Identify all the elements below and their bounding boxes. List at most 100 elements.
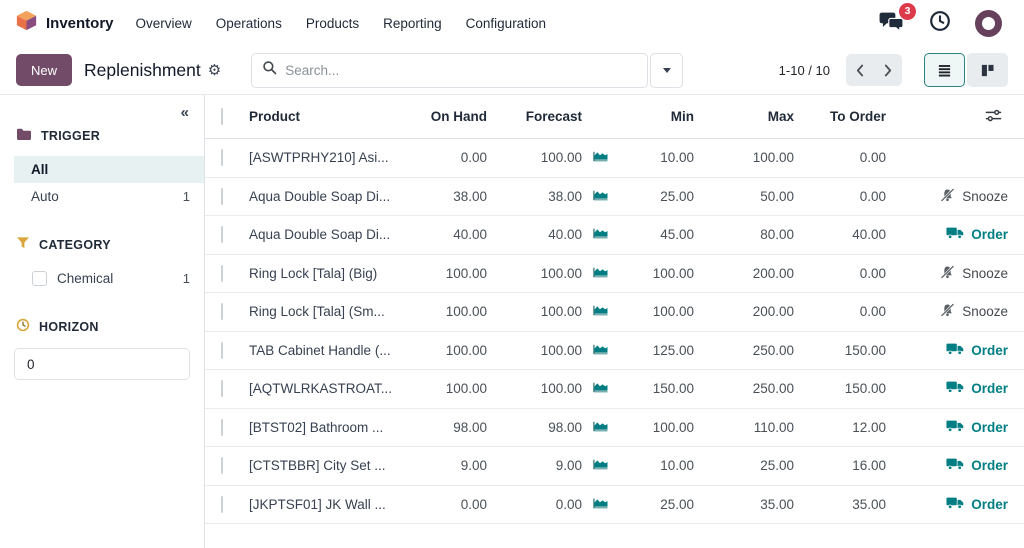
table-row[interactable]: [CTSTBBR] City Set ... 9.00 9.00 10.00 2… bbox=[205, 447, 1024, 486]
max-cell[interactable]: 25.00 bbox=[698, 458, 798, 473]
forecast-cell[interactable]: 100.00 bbox=[491, 266, 586, 281]
new-button[interactable]: New bbox=[16, 54, 72, 86]
forecast-cell[interactable]: 100.00 bbox=[491, 343, 586, 358]
col-min[interactable]: Min bbox=[612, 109, 698, 124]
to-order-cell[interactable]: 35.00 bbox=[798, 497, 890, 512]
filter-trigger-all[interactable]: All bbox=[14, 156, 204, 183]
order-button[interactable]: Order bbox=[946, 457, 1008, 474]
on-hand-cell[interactable]: 100.00 bbox=[423, 343, 491, 358]
col-on-hand[interactable]: On Hand bbox=[423, 109, 491, 124]
product-cell[interactable]: [ASWTPRHY210] Asi... bbox=[245, 150, 423, 165]
select-all-checkbox[interactable] bbox=[221, 108, 223, 125]
gear-icon[interactable]: ⚙ bbox=[208, 61, 221, 79]
filter-category-chemical[interactable]: Chemical 1 bbox=[14, 265, 204, 292]
forecast-chart-icon[interactable] bbox=[592, 226, 609, 243]
kanban-view-button[interactable] bbox=[967, 53, 1008, 87]
table-row[interactable]: [ASWTPRHY210] Asi... 0.00 100.00 10.00 1… bbox=[205, 139, 1024, 178]
on-hand-cell[interactable]: 100.00 bbox=[423, 304, 491, 319]
row-checkbox[interactable] bbox=[221, 303, 223, 320]
order-button[interactable]: Order bbox=[946, 226, 1008, 243]
user-avatar[interactable] bbox=[975, 10, 1002, 37]
to-order-cell[interactable]: 16.00 bbox=[798, 458, 890, 473]
min-cell[interactable]: 25.00 bbox=[612, 497, 698, 512]
snooze-button[interactable]: Snooze bbox=[940, 265, 1008, 282]
min-cell[interactable]: 100.00 bbox=[612, 304, 698, 319]
snooze-button[interactable]: Snooze bbox=[940, 188, 1008, 205]
max-cell[interactable]: 50.00 bbox=[698, 189, 798, 204]
messages-button[interactable]: 3 bbox=[879, 10, 905, 37]
on-hand-cell[interactable]: 9.00 bbox=[423, 458, 491, 473]
horizon-days-input[interactable] bbox=[15, 349, 190, 379]
on-hand-cell[interactable]: 40.00 bbox=[423, 227, 491, 242]
min-cell[interactable]: 100.00 bbox=[612, 420, 698, 435]
row-checkbox[interactable] bbox=[221, 226, 223, 243]
to-order-cell[interactable]: 0.00 bbox=[798, 266, 890, 281]
product-cell[interactable]: [AQTWLRKASTROAT... bbox=[245, 381, 423, 396]
forecast-chart-icon[interactable] bbox=[592, 496, 609, 513]
forecast-cell[interactable]: 100.00 bbox=[491, 150, 586, 165]
col-max[interactable]: Max bbox=[698, 109, 798, 124]
table-row[interactable]: TAB Cabinet Handle (... 100.00 100.00 12… bbox=[205, 332, 1024, 371]
table-row[interactable]: [JKPTSF01] JK Wall ... 0.00 0.00 25.00 3… bbox=[205, 486, 1024, 525]
forecast-chart-icon[interactable] bbox=[592, 342, 609, 359]
order-button[interactable]: Order bbox=[946, 342, 1008, 359]
col-forecast[interactable]: Forecast bbox=[491, 109, 586, 124]
col-product[interactable]: Product bbox=[245, 109, 423, 124]
product-cell[interactable]: [JKPTSF01] JK Wall ... bbox=[245, 497, 423, 512]
pager-next-button[interactable] bbox=[874, 54, 902, 86]
sidebar-collapse-button[interactable]: « bbox=[181, 104, 189, 121]
forecast-chart-icon[interactable] bbox=[592, 265, 609, 282]
activities-button[interactable] bbox=[929, 10, 951, 37]
forecast-cell[interactable]: 0.00 bbox=[491, 497, 586, 512]
order-button[interactable]: Order bbox=[946, 496, 1008, 513]
row-checkbox[interactable] bbox=[221, 380, 223, 397]
forecast-cell[interactable]: 40.00 bbox=[491, 227, 586, 242]
forecast-chart-icon[interactable] bbox=[592, 303, 609, 320]
max-cell[interactable]: 100.00 bbox=[698, 150, 798, 165]
product-cell[interactable]: Ring Lock [Tala] (Sm... bbox=[245, 304, 423, 319]
menu-products[interactable]: Products bbox=[306, 16, 359, 31]
max-cell[interactable]: 250.00 bbox=[698, 343, 798, 358]
min-cell[interactable]: 10.00 bbox=[612, 458, 698, 473]
on-hand-cell[interactable]: 0.00 bbox=[423, 497, 491, 512]
to-order-cell[interactable]: 150.00 bbox=[798, 343, 890, 358]
min-cell[interactable]: 45.00 bbox=[612, 227, 698, 242]
snooze-button[interactable]: Snooze bbox=[940, 303, 1008, 320]
pager-previous-button[interactable] bbox=[846, 54, 874, 86]
min-cell[interactable]: 10.00 bbox=[612, 150, 698, 165]
forecast-cell[interactable]: 100.00 bbox=[491, 381, 586, 396]
to-order-cell[interactable]: 0.00 bbox=[798, 304, 890, 319]
on-hand-cell[interactable]: 100.00 bbox=[423, 266, 491, 281]
list-view-button[interactable] bbox=[924, 53, 965, 87]
on-hand-cell[interactable]: 98.00 bbox=[423, 420, 491, 435]
menu-reporting[interactable]: Reporting bbox=[383, 16, 442, 31]
forecast-cell[interactable]: 38.00 bbox=[491, 189, 586, 204]
max-cell[interactable]: 110.00 bbox=[698, 420, 798, 435]
menu-configuration[interactable]: Configuration bbox=[466, 16, 546, 31]
to-order-cell[interactable]: 0.00 bbox=[798, 189, 890, 204]
forecast-chart-icon[interactable] bbox=[592, 380, 609, 397]
product-cell[interactable]: Ring Lock [Tala] (Big) bbox=[245, 266, 423, 281]
search-options-toggle[interactable] bbox=[650, 53, 683, 88]
forecast-cell[interactable]: 98.00 bbox=[491, 420, 586, 435]
product-cell[interactable]: Aqua Double Soap Di... bbox=[245, 227, 423, 242]
forecast-cell[interactable]: 9.00 bbox=[491, 458, 586, 473]
max-cell[interactable]: 250.00 bbox=[698, 381, 798, 396]
table-row[interactable]: Aqua Double Soap Di... 40.00 40.00 45.00… bbox=[205, 216, 1024, 255]
forecast-chart-icon[interactable] bbox=[592, 188, 609, 205]
order-button[interactable]: Order bbox=[946, 419, 1008, 436]
menu-overview[interactable]: Overview bbox=[136, 16, 192, 31]
order-button[interactable]: Order bbox=[946, 380, 1008, 397]
min-cell[interactable]: 150.00 bbox=[612, 381, 698, 396]
min-cell[interactable]: 25.00 bbox=[612, 189, 698, 204]
table-row[interactable]: [AQTWLRKASTROAT... 100.00 100.00 150.00 … bbox=[205, 370, 1024, 409]
row-checkbox[interactable] bbox=[221, 342, 223, 359]
table-row[interactable]: Aqua Double Soap Di... 38.00 38.00 25.00… bbox=[205, 178, 1024, 217]
filter-trigger-auto[interactable]: Auto 1 bbox=[14, 183, 204, 210]
product-cell[interactable]: TAB Cabinet Handle (... bbox=[245, 343, 423, 358]
table-row[interactable]: Ring Lock [Tala] (Sm... 100.00 100.00 10… bbox=[205, 293, 1024, 332]
to-order-cell[interactable]: 40.00 bbox=[798, 227, 890, 242]
app-switcher[interactable]: Inventory bbox=[16, 10, 114, 36]
max-cell[interactable]: 200.00 bbox=[698, 266, 798, 281]
forecast-chart-icon[interactable] bbox=[592, 457, 609, 474]
